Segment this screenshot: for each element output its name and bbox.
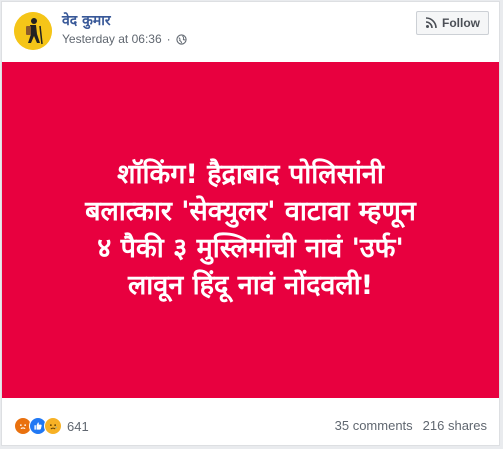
headline-line-1: शॉकिंग! हैद्राबाद पोलिसांनी: [117, 159, 384, 190]
dot-separator: ·: [166, 32, 171, 46]
globe-icon[interactable]: [176, 33, 187, 45]
headline-line-2: बलात्कार 'सेक्युलर' वाटावा म्हणून: [85, 196, 416, 227]
sad-icon: [44, 417, 62, 435]
hiker-icon: [14, 12, 52, 50]
rss-icon: [425, 17, 437, 29]
author-name[interactable]: वेद कुमार: [62, 11, 111, 30]
engagement-counts: 35 comments 216 shares: [335, 418, 487, 433]
avatar[interactable]: [14, 12, 52, 50]
post-header: वेद कुमार Yesterday at 06:36 · Follow: [2, 2, 499, 60]
headline-line-3: ४ पैकी ३ मुस्लिमांची नावं 'उर्फ': [97, 233, 404, 264]
post-card: वेद कुमार Yesterday at 06:36 · Follow शॉ…: [1, 1, 500, 446]
reaction-count: 641: [67, 418, 89, 434]
follow-label: Follow: [442, 16, 480, 30]
shares-count[interactable]: 216 shares: [423, 418, 487, 433]
post-footer: 641 35 comments 216 shares: [2, 407, 499, 443]
reactions-summary[interactable]: 641: [14, 417, 89, 435]
post-timestamp[interactable]: Yesterday at 06:36: [62, 32, 162, 46]
follow-button[interactable]: Follow: [416, 11, 489, 35]
comments-count[interactable]: 35 comments: [335, 418, 413, 433]
headline-line-4: लावून हिंदू नावं नोंदवली!: [127, 270, 374, 301]
post-meta: Yesterday at 06:36 ·: [62, 32, 187, 46]
post-image[interactable]: शॉकिंग! हैद्राबाद पोलिसांनी बलात्कार 'से…: [2, 62, 499, 398]
